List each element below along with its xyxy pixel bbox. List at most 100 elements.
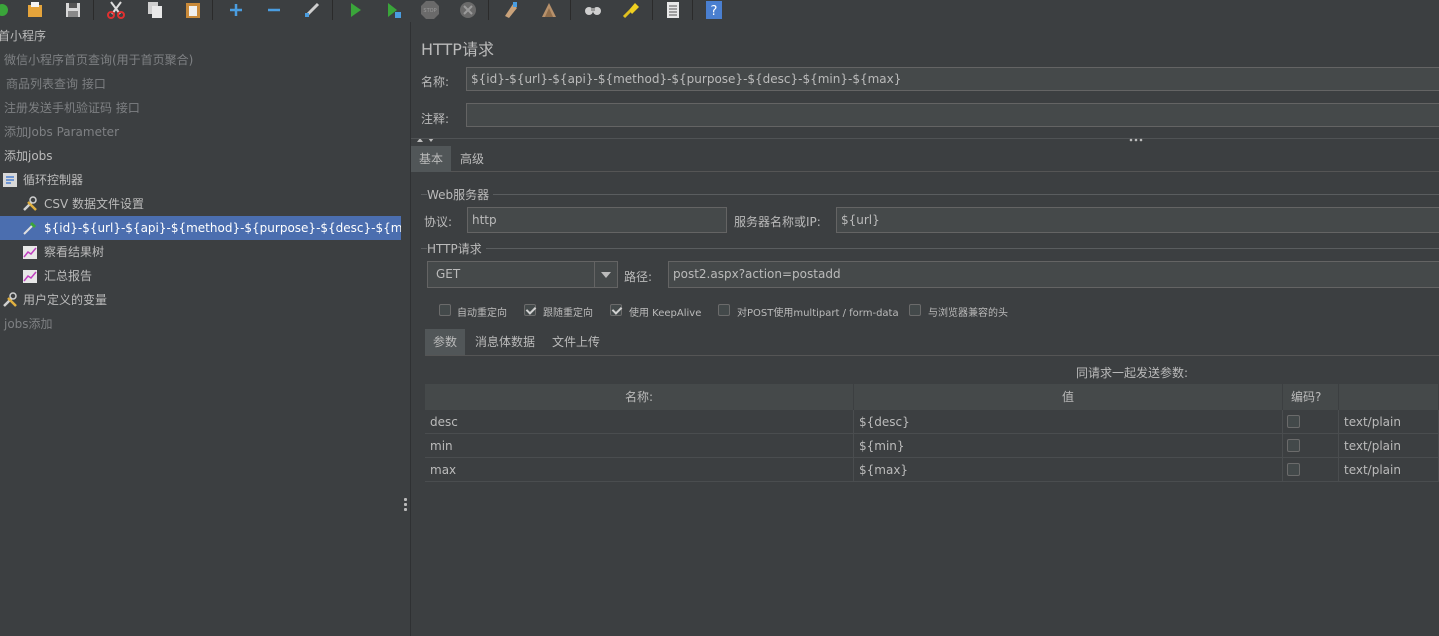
open-icon[interactable]	[25, 0, 45, 20]
tab-advanced[interactable]: 高级	[452, 146, 492, 172]
tree-item-http-sampler[interactable]: ${id}-${url}-${api}-${method}-${purpose}…	[0, 216, 474, 240]
wrench-icon	[3, 292, 17, 307]
encode-checkbox[interactable]	[1287, 439, 1300, 452]
divider-grip-icon[interactable]	[1129, 138, 1143, 142]
column-header-encode[interactable]: 编码?	[1283, 384, 1339, 410]
shutdown-icon[interactable]	[458, 0, 478, 20]
param-value-cell[interactable]: ${desc}	[854, 410, 1283, 434]
param-content-type-cell[interactable]: text/plain	[1339, 458, 1439, 482]
toggle-icon[interactable]	[302, 0, 322, 20]
copy-icon[interactable]	[145, 0, 165, 20]
add-icon[interactable]	[226, 0, 246, 20]
http-request-border	[421, 248, 1439, 249]
start-icon[interactable]	[345, 0, 365, 20]
auto-redirect-checkbox[interactable]	[439, 304, 451, 316]
tree-item-label: 察看结果树	[44, 245, 105, 259]
tree-item-root[interactable]: 首小程序	[0, 24, 46, 48]
tree-item-view-results-tree[interactable]: 察看结果树	[0, 240, 401, 264]
tab-file-upload[interactable]: 文件上传	[544, 329, 608, 355]
param-value-cell[interactable]: ${max}	[854, 458, 1283, 482]
param-content-type-cell[interactable]: text/plain	[1339, 434, 1439, 458]
cut-icon[interactable]	[106, 0, 126, 20]
wrench-icon	[23, 196, 37, 211]
tree-item-jobs-add[interactable]: jobs添加	[4, 312, 53, 336]
tree-item-label: 添加jobs	[4, 149, 53, 163]
tree-item-label: 微信小程序首页查询(用于首页聚合)	[4, 53, 194, 67]
svg-text:?: ?	[711, 4, 718, 19]
chevron-down-icon	[601, 272, 611, 278]
param-name-cell[interactable]: desc	[425, 410, 854, 434]
method-value: GET	[436, 267, 461, 281]
tree-item-register-sms[interactable]: 注册发送手机验证码 接口	[4, 96, 140, 120]
tree-item-add-jobs[interactable]: 添加jobs	[4, 144, 53, 168]
method-select[interactable]: GET	[427, 261, 618, 288]
param-name-cell[interactable]: min	[425, 434, 854, 458]
tree-item-label: 循环控制器	[23, 173, 84, 187]
name-field[interactable]: ${id}-${url}-${api}-${method}-${purpose}…	[466, 67, 1439, 91]
tree-item-wechat-home[interactable]: 微信小程序首页查询(用于首页聚合)	[4, 48, 193, 72]
tab-body-data[interactable]: 消息体数据	[467, 329, 543, 355]
multipart-checkbox[interactable]	[718, 304, 730, 316]
protocol-label: 协议:	[424, 215, 453, 229]
stop-icon[interactable]: STOP	[420, 0, 440, 20]
column-header-value[interactable]: 值	[854, 384, 1283, 410]
column-header-content-type[interactable]	[1339, 384, 1439, 410]
loop-controller-icon	[3, 173, 17, 187]
clear-icon[interactable]	[501, 0, 521, 20]
splitter-grip	[404, 508, 407, 511]
protocol-field[interactable]: http	[467, 207, 727, 233]
http-request-title: HTTP请求	[427, 240, 486, 257]
clear-all-icon[interactable]	[539, 0, 559, 20]
tree-item-summary-report[interactable]: 汇总报告	[0, 264, 401, 288]
save-icon[interactable]	[63, 0, 83, 20]
path-label: 路径:	[624, 270, 653, 284]
tree-item-product-list[interactable]: 商品列表查询 接口	[6, 72, 106, 96]
encode-checkbox[interactable]	[1287, 415, 1300, 428]
reset-search-icon[interactable]	[621, 0, 641, 20]
section-divider	[411, 138, 1439, 139]
new-icon[interactable]	[0, 0, 12, 20]
param-encode-cell[interactable]	[1283, 410, 1339, 434]
follow-redirect-checkbox[interactable]	[524, 304, 536, 316]
remove-icon[interactable]	[264, 0, 284, 20]
test-plan-tree[interactable]: 首小程序 微信小程序首页查询(用于首页聚合) 商品列表查询 接口 注册发送手机验…	[0, 22, 474, 636]
start-no-pause-icon[interactable]	[383, 0, 403, 20]
encode-checkbox[interactable]	[1287, 463, 1300, 476]
comment-label: 注释:	[421, 112, 450, 126]
paste-icon[interactable]	[183, 0, 203, 20]
auto-redirect-label: 自动重定向	[457, 308, 507, 319]
http-request-panel: HTTP请求 名称: ${id}-${url}-${api}-${method}…	[411, 22, 1439, 636]
path-field[interactable]: post2.aspx?action=postadd	[668, 261, 1439, 288]
help-icon[interactable]: ?	[704, 0, 724, 20]
tree-item-csv-config[interactable]: CSV 数据文件设置	[0, 192, 401, 216]
comment-field[interactable]	[466, 103, 1439, 127]
search-icon[interactable]	[583, 0, 603, 20]
keepalive-checkbox[interactable]	[610, 304, 622, 316]
tree-item-label: 首小程序	[0, 29, 47, 43]
chart-icon	[23, 246, 37, 259]
function-helper-icon[interactable]	[663, 0, 683, 20]
method-dropdown-button[interactable]	[594, 262, 617, 287]
param-encode-cell[interactable]	[1283, 434, 1339, 458]
subtabs-underline	[425, 355, 1439, 356]
browser-headers-checkbox[interactable]	[909, 304, 921, 316]
param-name-cell[interactable]: max	[425, 458, 854, 482]
param-encode-cell[interactable]	[1283, 458, 1339, 482]
server-field[interactable]: ${url}	[836, 207, 1439, 233]
tabs-underline	[411, 171, 1439, 172]
split-pane-divider[interactable]	[401, 22, 411, 636]
tree-item-user-variables[interactable]: 用户定义的变量	[0, 288, 401, 312]
follow-redirect-label: 跟随重定向	[543, 308, 593, 319]
column-header-name[interactable]: 名称:	[425, 384, 854, 410]
tab-parameters[interactable]: 参数	[425, 329, 466, 355]
keepalive-label: 使用 KeepAlive	[629, 308, 702, 319]
web-server-border	[421, 194, 1439, 195]
browser-headers-label: 与浏览器兼容的头	[928, 308, 1008, 319]
splitter-grip	[404, 503, 407, 506]
chart-icon	[23, 270, 37, 283]
param-content-type-cell[interactable]: text/plain	[1339, 410, 1439, 434]
tree-item-label: 注册发送手机验证码 接口	[4, 101, 140, 115]
param-value-cell[interactable]: ${min}	[854, 434, 1283, 458]
tree-item-add-jobs-parameter[interactable]: 添加Jobs Parameter	[4, 120, 119, 144]
tab-basic[interactable]: 基本	[411, 146, 452, 172]
